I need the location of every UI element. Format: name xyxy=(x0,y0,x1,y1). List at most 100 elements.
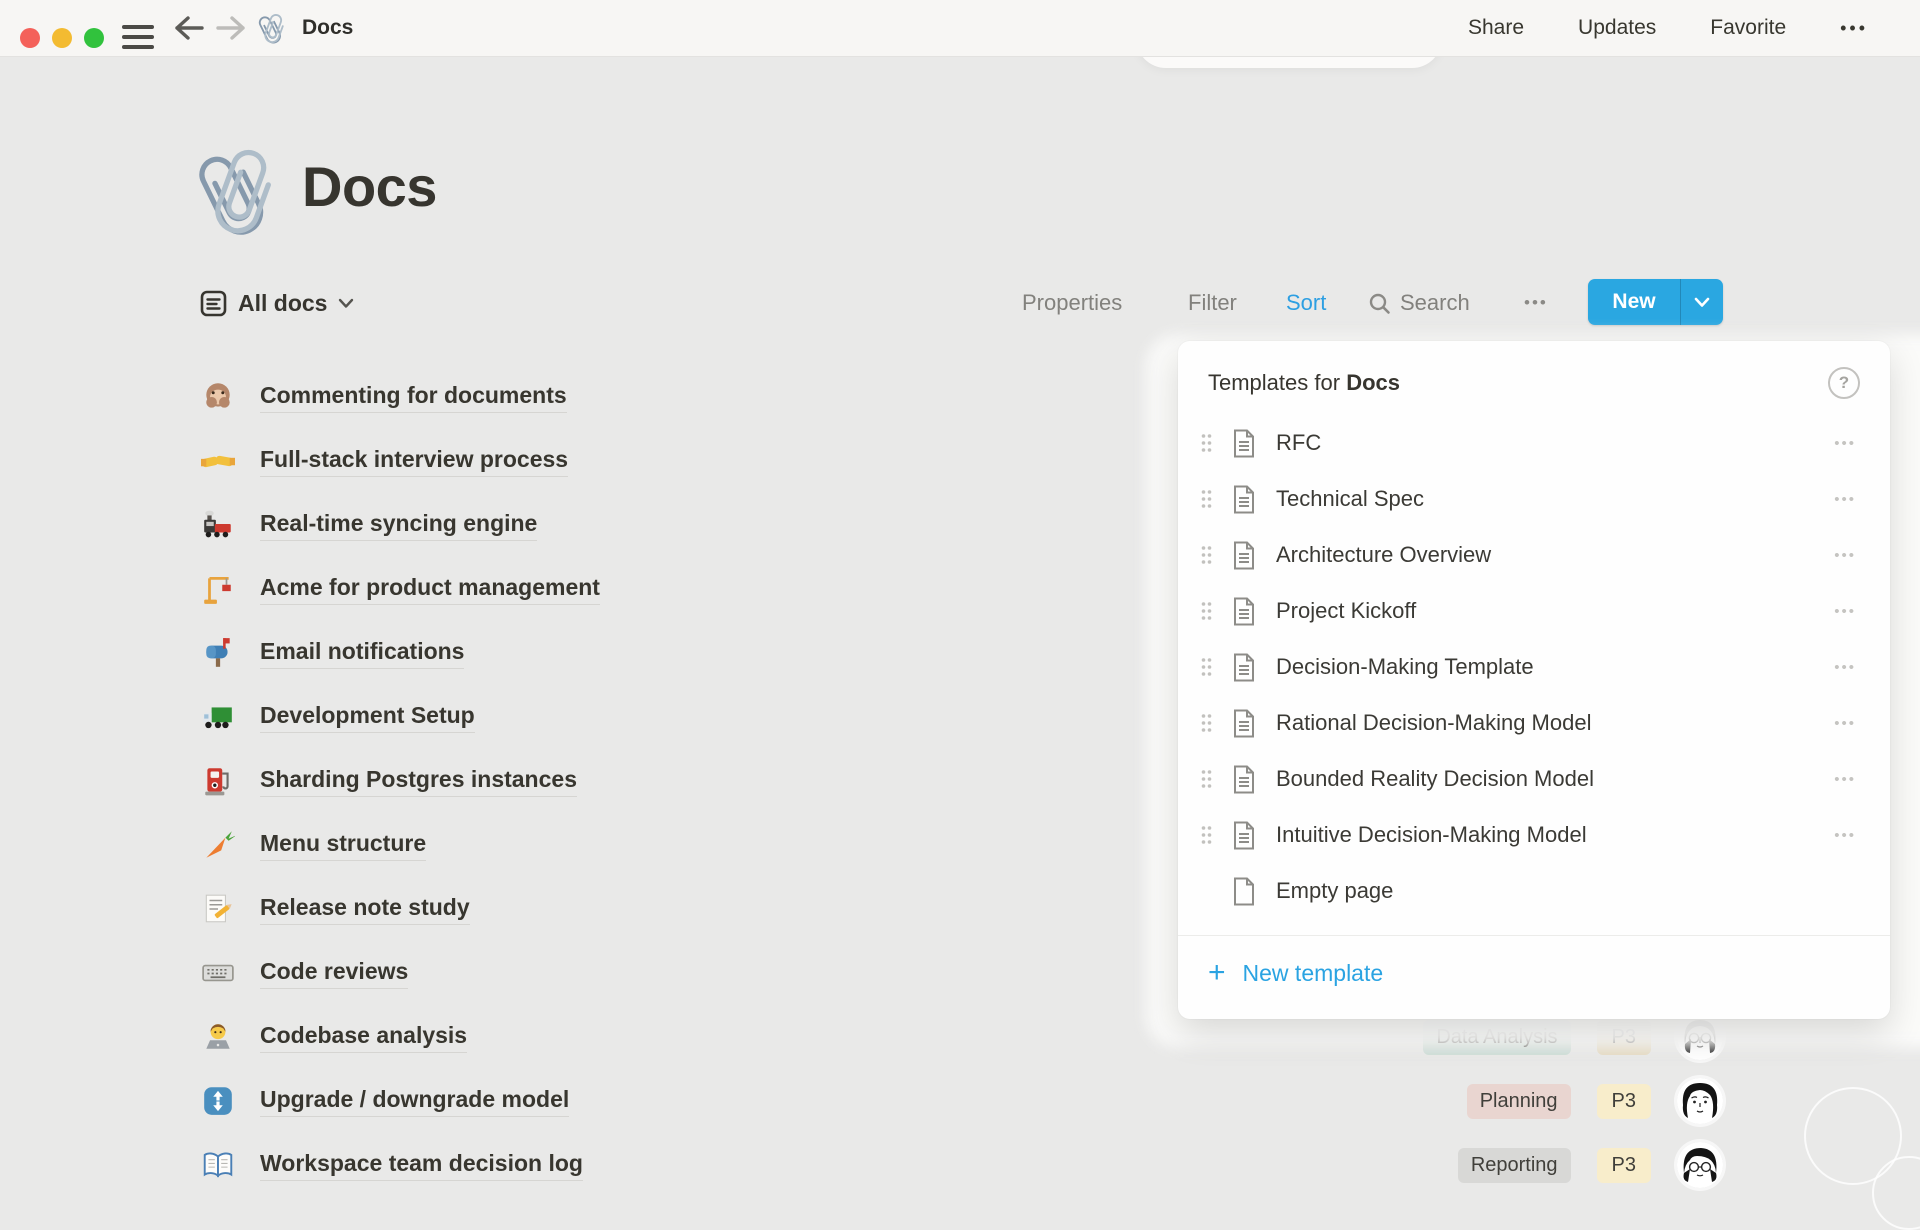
template-item[interactable]: Technical Spec ••• xyxy=(1178,471,1890,527)
template-more-icon[interactable]: ••• xyxy=(1834,659,1856,676)
category-tag[interactable]: Planning xyxy=(1467,1084,1571,1119)
template-label[interactable]: Rational Decision-Making Model xyxy=(1276,710,1834,736)
template-label[interactable]: Architecture Overview xyxy=(1276,542,1834,568)
doc-list-item[interactable]: Sharding Postgres instances xyxy=(200,749,600,813)
chevron-down-icon xyxy=(1694,297,1710,308)
doc-list-item[interactable]: Real-time syncing engine xyxy=(200,493,600,557)
doc-title[interactable]: Release note study xyxy=(260,894,470,925)
template-list: RFC ••• Technical Spec ••• Architecture … xyxy=(1178,415,1890,919)
doc-list-item[interactable]: Menu structure xyxy=(200,813,600,877)
priority-tag[interactable]: P3 xyxy=(1597,1084,1651,1119)
category-tag[interactable]: Reporting xyxy=(1458,1148,1571,1183)
zoom-window-button[interactable] xyxy=(84,28,104,48)
doc-title[interactable]: Development Setup xyxy=(260,702,475,733)
template-item[interactable]: Rational Decision-Making Model ••• xyxy=(1178,695,1890,751)
drag-handle-icon xyxy=(1200,769,1213,789)
doc-title[interactable]: Code reviews xyxy=(260,958,408,989)
doc-title[interactable]: Real-time syncing engine xyxy=(260,510,537,541)
template-label[interactable]: Decision-Making Template xyxy=(1276,654,1834,680)
new-button[interactable]: New xyxy=(1588,279,1723,325)
template-more-icon[interactable]: ••• xyxy=(1834,771,1856,788)
priority-tag[interactable]: P3 xyxy=(1597,1148,1651,1183)
template-more-icon[interactable]: ••• xyxy=(1834,547,1856,564)
template-label[interactable]: Empty page xyxy=(1276,878,1856,904)
search-icon xyxy=(1368,292,1391,315)
doc-title[interactable]: Commenting for documents xyxy=(260,382,567,413)
properties-button[interactable]: Properties xyxy=(1022,281,1122,325)
drag-handle-icon xyxy=(1200,433,1213,453)
doc-list-item[interactable]: Development Setup xyxy=(200,685,600,749)
template-label[interactable]: Project Kickoff xyxy=(1276,598,1834,624)
doc-title[interactable]: Full-stack interview process xyxy=(260,446,568,477)
doc-title[interactable]: Menu structure xyxy=(260,830,426,861)
doc-list-item[interactable]: Email notifications xyxy=(200,621,600,685)
doc-title[interactable]: Workspace team decision log xyxy=(260,1150,583,1181)
template-more-icon[interactable]: ••• xyxy=(1834,491,1856,508)
template-item[interactable]: Decision-Making Template ••• xyxy=(1178,639,1890,695)
templates-popover-header: Templates for Docs ? xyxy=(1178,341,1890,407)
favorite-button[interactable]: Favorite xyxy=(1710,16,1786,40)
forward-arrow-icon[interactable] xyxy=(214,14,248,42)
memo-icon xyxy=(200,891,236,927)
template-more-icon[interactable]: ••• xyxy=(1834,435,1856,452)
document-icon xyxy=(1232,821,1256,850)
page-icon-linked-paperclips[interactable] xyxy=(194,144,292,242)
search-label: Search xyxy=(1400,290,1470,316)
drag-handle-icon xyxy=(1200,545,1213,565)
doc-list-item[interactable]: Code reviews xyxy=(200,941,600,1005)
document-list: Commenting for documents Full-stack inte… xyxy=(200,365,600,1197)
drag-handle-icon xyxy=(1200,825,1213,845)
doc-title[interactable]: Acme for product management xyxy=(260,574,600,605)
new-template-label: New template xyxy=(1243,960,1384,987)
close-window-button[interactable] xyxy=(20,28,40,48)
doc-list-item[interactable]: Upgrade / downgrade model xyxy=(200,1069,600,1133)
doc-list-item[interactable]: Codebase analysis xyxy=(200,1005,600,1069)
doc-list-item[interactable]: Workspace team decision log xyxy=(200,1133,600,1197)
templates-popover: Templates for Docs ? RFC ••• Technical S… xyxy=(1178,341,1890,1019)
template-more-icon[interactable]: ••• xyxy=(1834,827,1856,844)
template-item[interactable]: Architecture Overview ••• xyxy=(1178,527,1890,583)
doc-list-item[interactable]: Release note study xyxy=(200,877,600,941)
doc-title[interactable]: Email notifications xyxy=(260,638,464,669)
doc-list-item[interactable]: Acme for product management xyxy=(200,557,600,621)
search-button[interactable]: Search xyxy=(1368,281,1470,325)
template-label[interactable]: RFC xyxy=(1276,430,1834,456)
doc-list-item[interactable]: Full-stack interview process xyxy=(200,429,600,493)
doc-list-item[interactable]: Commenting for documents xyxy=(200,365,600,429)
toolbar-more-icon[interactable]: ••• xyxy=(1524,281,1548,325)
template-item[interactable]: Bounded Reality Decision Model ••• xyxy=(1178,751,1890,807)
sort-button[interactable]: Sort xyxy=(1286,281,1326,325)
template-item[interactable]: RFC ••• xyxy=(1178,415,1890,471)
view-switcher[interactable]: All docs xyxy=(200,281,354,325)
doc-title[interactable]: Sharding Postgres instances xyxy=(260,766,577,797)
template-item[interactable]: Project Kickoff ••• xyxy=(1178,583,1890,639)
template-label[interactable]: Technical Spec xyxy=(1276,486,1834,512)
minimize-window-button[interactable] xyxy=(52,28,72,48)
new-button-caret[interactable] xyxy=(1681,279,1723,325)
avatar-2[interactable] xyxy=(1677,1078,1723,1124)
more-options-icon[interactable]: ••• xyxy=(1840,18,1868,39)
doc-title[interactable]: Upgrade / downgrade model xyxy=(260,1086,569,1117)
filter-button[interactable]: Filter xyxy=(1188,281,1237,325)
open-book-icon xyxy=(200,1147,236,1183)
updates-button[interactable]: Updates xyxy=(1578,16,1656,40)
template-more-icon[interactable]: ••• xyxy=(1834,603,1856,620)
drag-handle-icon xyxy=(1200,489,1213,509)
new-template-button[interactable]: + New template xyxy=(1178,936,1890,1010)
document-icon xyxy=(1232,597,1256,626)
share-button[interactable]: Share xyxy=(1468,16,1524,40)
template-label[interactable]: Bounded Reality Decision Model xyxy=(1276,766,1834,792)
menu-icon[interactable] xyxy=(122,25,154,49)
new-button-label[interactable]: New xyxy=(1588,279,1680,325)
template-item-empty-page[interactable]: Empty page xyxy=(1178,863,1890,919)
keyboard-icon xyxy=(200,955,236,991)
crane-icon xyxy=(200,571,236,607)
template-label[interactable]: Intuitive Decision-Making Model xyxy=(1276,822,1834,848)
template-more-icon[interactable]: ••• xyxy=(1834,715,1856,732)
table-row-right: Planning P3 xyxy=(1467,1078,1723,1124)
back-arrow-icon[interactable] xyxy=(172,14,206,42)
template-item[interactable]: Intuitive Decision-Making Model ••• xyxy=(1178,807,1890,863)
doc-title[interactable]: Codebase analysis xyxy=(260,1022,467,1053)
help-icon[interactable]: ? xyxy=(1828,367,1860,399)
avatar-3[interactable] xyxy=(1677,1142,1723,1188)
